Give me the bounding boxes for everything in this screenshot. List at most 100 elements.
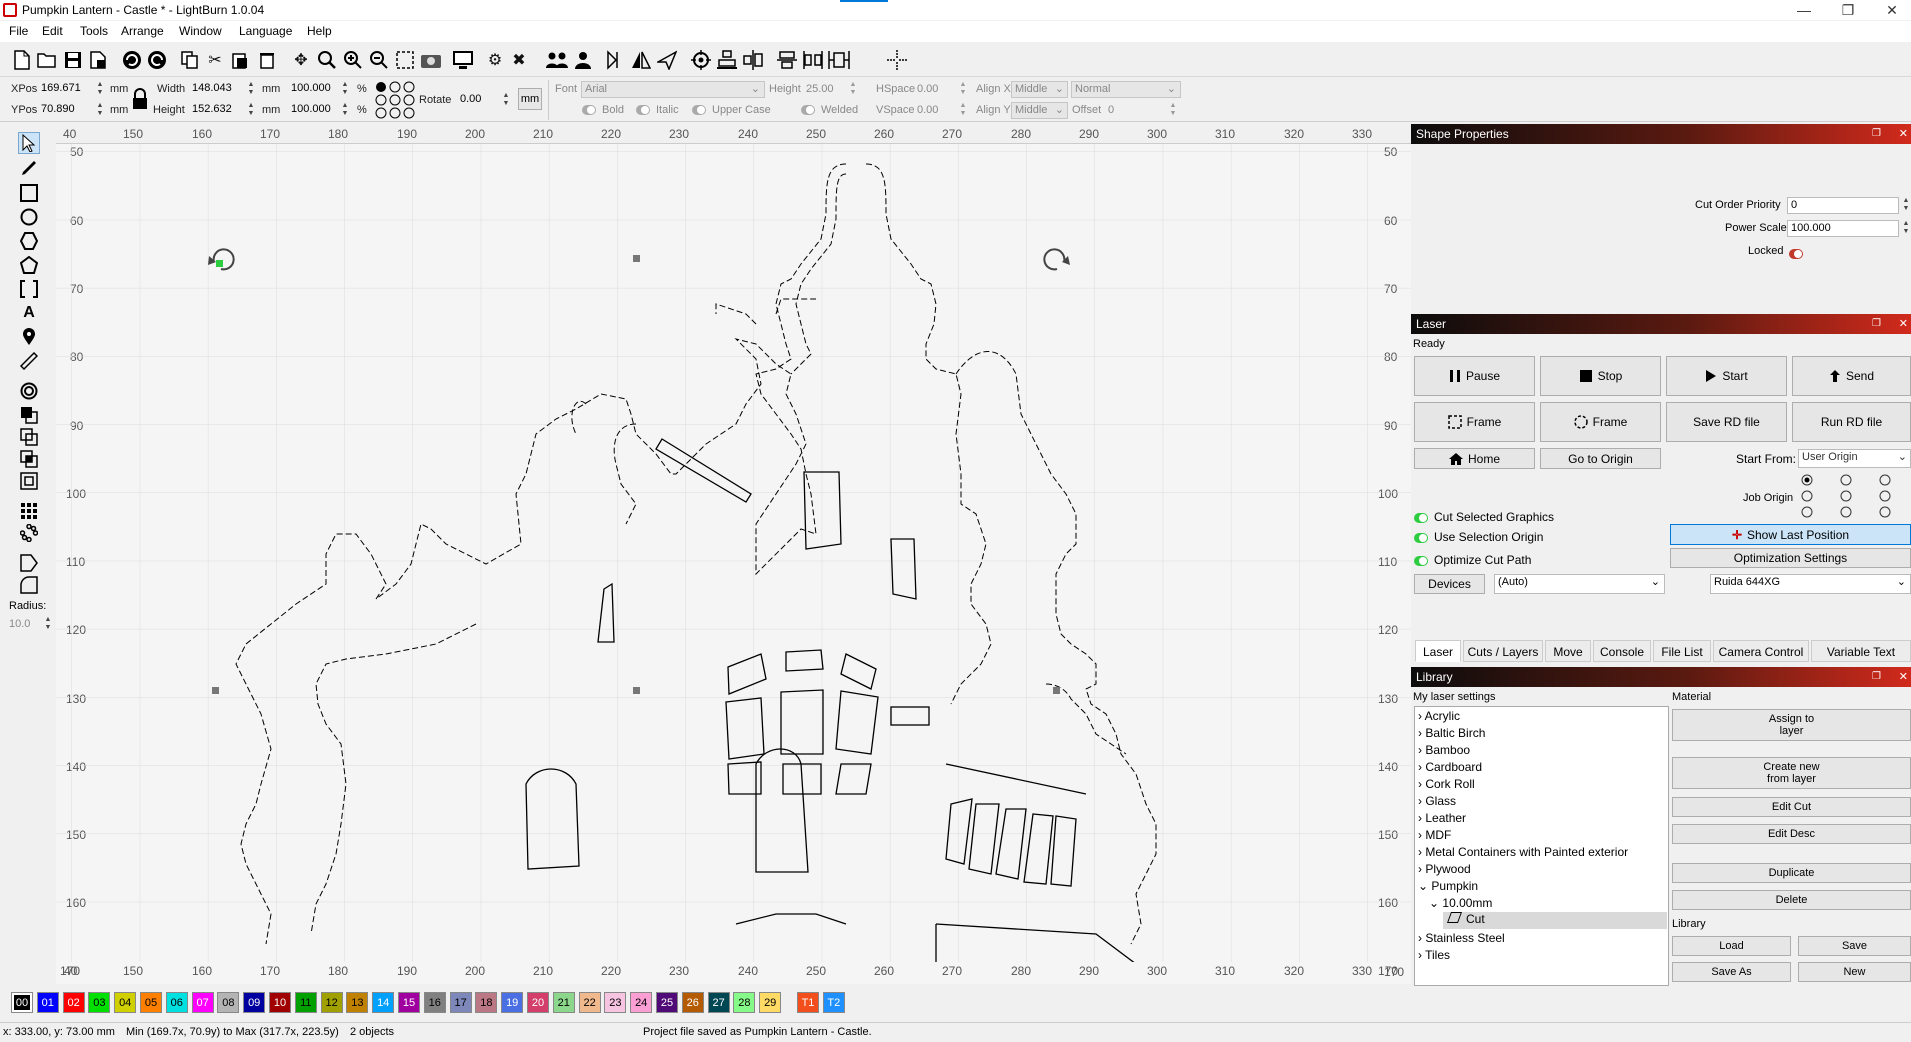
tab-variable-text[interactable]: Variable Text bbox=[1811, 640, 1911, 662]
restore-button[interactable]: ❐ bbox=[1830, 0, 1866, 20]
polygon-tool-icon[interactable] bbox=[18, 230, 40, 252]
italic-toggle[interactable]: Italic bbox=[636, 104, 679, 116]
tree-item-cut[interactable]: Cut bbox=[1443, 912, 1667, 929]
tree-item-stainless-steel[interactable]: › Stainless Steel bbox=[1418, 931, 1505, 945]
circular-array-icon[interactable] bbox=[18, 522, 40, 544]
hspace-value[interactable]: 0.00 bbox=[917, 83, 938, 95]
xpos-spinner[interactable]: ▲ ▼ bbox=[95, 81, 105, 98]
menu-tools[interactable]: Tools bbox=[80, 24, 108, 38]
zoom-in-icon[interactable] bbox=[316, 49, 338, 71]
go-to-origin-button[interactable]: Go to Origin bbox=[1540, 448, 1661, 469]
tree-item-metal-containers[interactable]: › Metal Containers with Painted exterior bbox=[1418, 845, 1628, 859]
tree-item-baltic-birch[interactable]: › Baltic Birch bbox=[1418, 726, 1485, 740]
ruler-icon[interactable] bbox=[828, 49, 850, 71]
job-origin-selector[interactable] bbox=[1800, 474, 1911, 518]
open-folder-icon[interactable] bbox=[36, 49, 58, 71]
font-height-value[interactable]: 25.00 bbox=[806, 83, 834, 95]
height-input[interactable]: 152.632 bbox=[189, 102, 245, 119]
target-icon[interactable] bbox=[690, 49, 712, 71]
tab-file-list[interactable]: File List bbox=[1653, 640, 1711, 662]
welded-toggle[interactable]: Welded bbox=[801, 104, 858, 116]
pentagon-tool-icon[interactable] bbox=[18, 254, 40, 276]
layer-swatch-23[interactable]: 23 bbox=[604, 992, 627, 1013]
layer-swatch-04[interactable]: 04 bbox=[114, 992, 137, 1013]
align-vertical-icon[interactable] bbox=[776, 49, 798, 71]
mirror-horizontal-icon[interactable] bbox=[605, 49, 627, 71]
offset-spinner[interactable]: ▲ ▼ bbox=[1168, 102, 1178, 119]
layer-swatch-09[interactable]: 09 bbox=[243, 992, 266, 1013]
scale-width-input[interactable]: 100.000 bbox=[288, 81, 338, 98]
use-selection-origin-toggle[interactable]: Use Selection Origin bbox=[1414, 530, 1543, 544]
layer-swatch-06[interactable]: 06 bbox=[165, 992, 188, 1013]
align-icon[interactable] bbox=[716, 49, 738, 71]
boolean-intersect-icon[interactable] bbox=[18, 448, 40, 470]
new-file-icon[interactable] bbox=[11, 49, 33, 71]
close-panel-icon[interactable]: ✕ bbox=[1899, 124, 1908, 144]
library-tree[interactable]: › Acrylic › Baltic Birch › Bamboo › Card… bbox=[1414, 706, 1669, 986]
upper-case-toggle[interactable]: Upper Case bbox=[692, 104, 771, 116]
layer-swatch-27[interactable]: 27 bbox=[707, 992, 730, 1013]
cut-order-input[interactable]: 0 bbox=[1787, 197, 1899, 214]
layer-swatch-25[interactable]: 25 bbox=[656, 992, 678, 1013]
tree-item-cardboard[interactable]: › Cardboard bbox=[1418, 760, 1482, 774]
ypos-spinner[interactable]: ▲ ▼ bbox=[95, 102, 105, 119]
text-style-select[interactable]: Normal ⌄ bbox=[1071, 81, 1181, 98]
power-scale-spinner[interactable]: ▲ ▼ bbox=[1901, 220, 1911, 237]
ellipse-tool-icon[interactable] bbox=[18, 206, 40, 228]
bracket-tool-icon[interactable] bbox=[18, 278, 40, 300]
tree-item-mdf[interactable]: › MDF bbox=[1418, 828, 1451, 842]
lock-aspect-icon[interactable] bbox=[129, 84, 151, 114]
frame-rect-button[interactable]: Frame bbox=[1414, 402, 1535, 442]
hspace-spinner[interactable]: ▲ ▼ bbox=[958, 81, 968, 98]
group-icon[interactable] bbox=[546, 49, 568, 71]
undo-icon[interactable] bbox=[121, 49, 143, 71]
tab-cuts-layers[interactable]: Cuts / Layers bbox=[1463, 640, 1543, 662]
offset-value[interactable]: 0 bbox=[1108, 104, 1114, 116]
cut-order-spinner[interactable]: ▲ ▼ bbox=[1901, 197, 1911, 214]
paste-icon[interactable] bbox=[229, 49, 251, 71]
scale-height-spinner[interactable]: ▲ ▼ bbox=[340, 102, 350, 119]
design-drawing[interactable] bbox=[56, 144, 1411, 962]
rotate-input[interactable]: 0.00 bbox=[457, 92, 499, 109]
measure-tool-icon[interactable] bbox=[18, 350, 40, 372]
origin-selector-grid[interactable] bbox=[375, 81, 415, 119]
move-icon[interactable]: ✥ bbox=[290, 49, 312, 71]
layer-swatch-17[interactable]: 17 bbox=[449, 992, 472, 1013]
zoom-fit-icon[interactable] bbox=[342, 49, 364, 71]
font-height-spinner[interactable]: ▲ ▼ bbox=[848, 81, 858, 98]
radius-value[interactable]: 10.0 bbox=[9, 618, 30, 630]
layer-swatch-01[interactable]: 01 bbox=[36, 992, 59, 1013]
width-input[interactable]: 148.043 bbox=[189, 81, 245, 98]
copy-icon[interactable] bbox=[179, 49, 201, 71]
layer-swatch-t2[interactable]: T2 bbox=[822, 992, 845, 1013]
bold-toggle[interactable]: Bold bbox=[582, 104, 624, 116]
device-select[interactable]: Ruida 644XG ⌄ bbox=[1710, 574, 1911, 594]
save-rd-file-button[interactable]: Save RD file bbox=[1666, 402, 1787, 442]
zoom-selection-icon[interactable] bbox=[394, 49, 416, 71]
fillet-tool-icon[interactable] bbox=[18, 574, 40, 596]
delete-icon[interactable] bbox=[256, 49, 278, 71]
align-x-select[interactable]: Middle ⌄ bbox=[1011, 81, 1068, 98]
layer-swatch-05[interactable]: 05 bbox=[140, 992, 162, 1013]
edit-cut-button[interactable]: Edit Cut bbox=[1672, 797, 1911, 817]
power-scale-input[interactable]: 100.000 bbox=[1787, 220, 1899, 237]
tree-item-bamboo[interactable]: › Bamboo bbox=[1418, 743, 1470, 757]
optimize-cut-path-toggle[interactable]: Optimize Cut Path bbox=[1414, 553, 1531, 567]
layer-swatch-21[interactable]: 21 bbox=[552, 992, 575, 1013]
layer-swatch-10[interactable]: 10 bbox=[269, 992, 291, 1013]
tab-laser[interactable]: Laser bbox=[1415, 640, 1461, 662]
cut-selected-graphics-toggle[interactable]: Cut Selected Graphics bbox=[1414, 510, 1554, 524]
tree-item-glass[interactable]: › Glass bbox=[1418, 794, 1456, 808]
layer-swatch-11[interactable]: 11 bbox=[294, 992, 317, 1013]
xpos-input[interactable]: 169.671 bbox=[38, 81, 96, 98]
tab-move[interactable]: Move bbox=[1545, 640, 1591, 662]
rotate-spinner[interactable]: ▲ ▼ bbox=[501, 92, 511, 109]
align-y-select[interactable]: Middle ⌄ bbox=[1011, 102, 1068, 119]
height-spinner[interactable]: ▲ ▼ bbox=[246, 102, 256, 119]
show-last-position-button[interactable]: ✛ Show Last Position bbox=[1670, 524, 1911, 545]
user-icon[interactable] bbox=[572, 49, 594, 71]
layer-swatch-19[interactable]: 19 bbox=[501, 992, 524, 1013]
layer-swatch-13[interactable]: 13 bbox=[346, 992, 369, 1013]
layer-swatch-24[interactable]: 24 bbox=[630, 992, 653, 1013]
spacing-icon[interactable] bbox=[802, 49, 824, 71]
